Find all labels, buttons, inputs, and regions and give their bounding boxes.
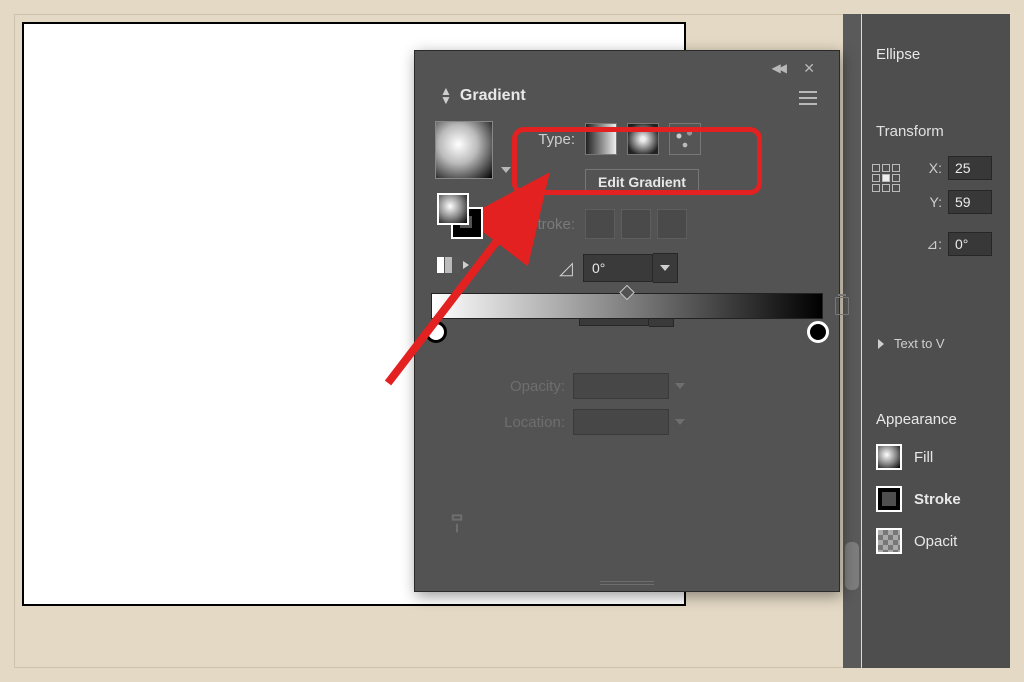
- opacity-input: [573, 373, 669, 399]
- fill-swatch-icon[interactable]: [876, 444, 902, 470]
- transform-section-title: Transform: [862, 123, 1010, 140]
- gradient-stop-end[interactable]: [807, 321, 829, 343]
- scrollbar-thumb[interactable]: [845, 542, 859, 590]
- gradient-stop-start[interactable]: [425, 321, 447, 343]
- x-label: X:: [920, 160, 942, 176]
- fill-label: Fill: [914, 449, 933, 466]
- location-dropdown: [669, 409, 691, 435]
- stroke-apply-within-button[interactable]: [585, 209, 615, 239]
- gradient-panel-title[interactable]: Gradient: [460, 87, 526, 105]
- stroke-label: Stroke:: [519, 216, 575, 233]
- fill-row[interactable]: Fill: [876, 444, 1010, 470]
- panel-toggle-icon[interactable]: ▲▼: [440, 87, 452, 105]
- properties-panel: Ellipse Transform X: 25 Y: 59 ⊿: 0° Text…: [862, 14, 1010, 668]
- highlight-box: [512, 127, 762, 195]
- stroke-label: Stroke: [914, 491, 961, 508]
- opacity-row[interactable]: Opacit: [876, 528, 1010, 554]
- opacity-swatch-icon[interactable]: [876, 528, 902, 554]
- y-label: Y:: [920, 194, 942, 210]
- panel-resize-grip[interactable]: [600, 581, 654, 587]
- stroke-apply-across-button[interactable]: [657, 209, 687, 239]
- text-to-label: Text to V: [894, 336, 945, 351]
- fill-swatch-icon[interactable]: [437, 193, 469, 225]
- angle-input[interactable]: 0°: [583, 254, 653, 282]
- gradient-slider[interactable]: [431, 293, 823, 363]
- panel-tab-bar: ▲▼ Gradient: [440, 87, 526, 105]
- x-input[interactable]: 25: [948, 156, 992, 180]
- delete-stop-icon[interactable]: [835, 297, 849, 315]
- reference-point-selector[interactable]: [872, 164, 902, 194]
- gradient-panel-header: ◀◀ ✕ ▲▼ Gradient: [415, 51, 839, 109]
- location-label: Location:: [485, 414, 565, 431]
- eyedropper-icon[interactable]: [440, 504, 474, 538]
- text-to-section-header[interactable]: Text to V: [878, 336, 1010, 351]
- angle-icon: ◿: [553, 258, 573, 279]
- opacity-label: Opacity:: [485, 378, 565, 395]
- panel-close-icon[interactable]: ✕: [803, 60, 815, 77]
- canvas-scrollbar[interactable]: [843, 14, 861, 668]
- panel-menu-icon[interactable]: [799, 91, 817, 105]
- rotate-label: ⊿:: [920, 236, 942, 253]
- stroke-row[interactable]: Stroke: [876, 486, 1010, 512]
- location-input: [573, 409, 669, 435]
- y-input[interactable]: 59: [948, 190, 992, 214]
- panel-collapse-icon[interactable]: ◀◀: [772, 61, 784, 75]
- swatch-dropdown-icon[interactable]: [501, 167, 511, 173]
- opacity-dropdown: [669, 373, 691, 399]
- expand-chevron-icon[interactable]: [878, 339, 884, 349]
- opacity-label: Opacit: [914, 533, 957, 550]
- gradient-preview-swatch[interactable]: [435, 121, 493, 179]
- stroke-swatch-icon[interactable]: [876, 486, 902, 512]
- stroke-apply-along-button[interactable]: [621, 209, 651, 239]
- appearance-section-title: Appearance: [862, 411, 1010, 428]
- rotate-input[interactable]: 0°: [948, 232, 992, 256]
- angle-dropdown-button[interactable]: [653, 253, 678, 283]
- fill-stroke-toggle[interactable]: [437, 193, 483, 239]
- shape-name-label: Ellipse: [862, 46, 1010, 63]
